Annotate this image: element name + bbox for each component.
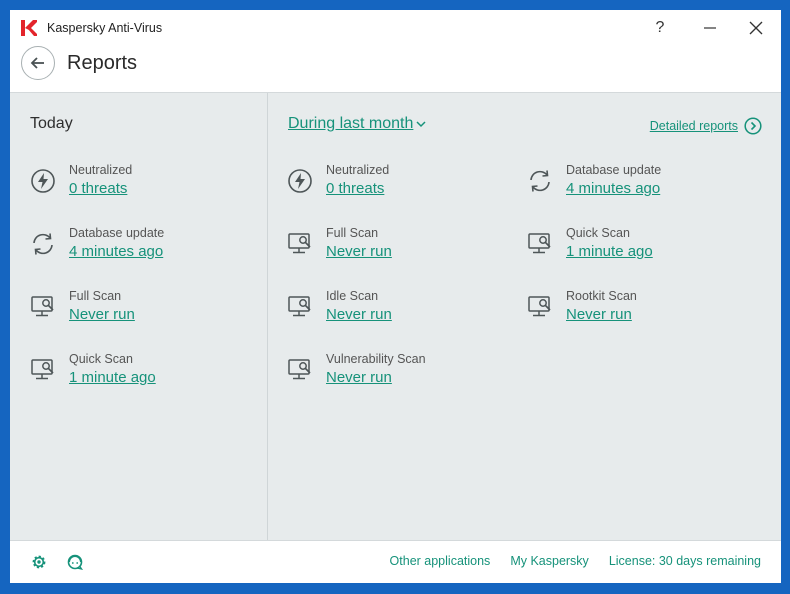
monitor-scan-icon	[31, 296, 54, 317]
period-label: During last month	[288, 115, 414, 132]
footer-bar: Other applications My Kaspersky License:…	[10, 541, 781, 583]
period-rootkit-scan: Rootkit Scan Never run	[527, 289, 737, 335]
stat-label: Database update	[69, 226, 165, 240]
stat-label: Full Scan	[326, 226, 379, 240]
chevron-right-circle-icon	[744, 117, 762, 135]
refresh-icon	[530, 170, 550, 192]
reports-content: Today During last month Detailed reports…	[10, 92, 781, 541]
period-idle-scan: Idle Scan Never run	[287, 289, 497, 335]
stat-value-link[interactable]: Never run	[326, 243, 392, 260]
stat-label: Quick Scan	[566, 226, 630, 240]
monitor-scan-icon	[288, 233, 311, 254]
detailed-reports-link[interactable]: Detailed reports	[650, 117, 762, 135]
stat-label: Idle Scan	[326, 289, 379, 303]
stat-label: Full Scan	[69, 289, 122, 303]
stat-label: Neutralized	[326, 163, 390, 177]
other-applications-link[interactable]: Other applications	[390, 554, 491, 568]
today-database-update: Database update 4 minutes ago	[30, 226, 240, 272]
today-title: Today	[30, 115, 73, 132]
support-agent-icon[interactable]	[66, 553, 84, 571]
stat-value-link[interactable]: 0 threats	[326, 180, 384, 197]
minimize-icon	[704, 27, 716, 29]
minimize-button[interactable]	[693, 14, 727, 42]
stat-label: Rootkit Scan	[566, 289, 637, 303]
detailed-reports-label: Detailed reports	[649, 119, 738, 133]
my-kaspersky-link[interactable]: My Kaspersky	[510, 554, 589, 568]
period-neutralized: Neutralized 0 threats	[287, 163, 497, 209]
page-header: Reports	[10, 46, 781, 92]
period-database-update: Database update 4 minutes ago	[527, 163, 737, 209]
back-button[interactable]	[21, 46, 55, 80]
monitor-scan-icon	[528, 233, 551, 254]
stat-value-link[interactable]: Never run	[69, 306, 135, 323]
kaspersky-logo	[21, 20, 37, 36]
stat-label: Vulnerability Scan	[326, 352, 426, 366]
app-title: Kaspersky Anti-Virus	[47, 21, 163, 35]
stat-label: Neutralized	[69, 163, 133, 177]
period-vulnerability-scan: Vulnerability Scan Never run	[287, 352, 497, 398]
stat-value-link[interactable]: 1 minute ago	[566, 243, 653, 260]
today-full-scan: Full Scan Never run	[30, 289, 240, 335]
close-button[interactable]	[739, 14, 773, 42]
help-icon: ?	[655, 19, 665, 36]
stat-value-link[interactable]: Never run	[326, 306, 392, 323]
stat-value-link[interactable]: Never run	[566, 306, 632, 323]
stat-label: Database update	[566, 163, 662, 177]
footer-links: Other applications My Kaspersky License:…	[390, 554, 761, 568]
refresh-icon	[33, 233, 53, 255]
license-link[interactable]: License: 30 days remaining	[609, 554, 761, 568]
app-window: Kaspersky Anti-Virus ? Reports Today Dur…	[10, 10, 781, 583]
stat-value-link[interactable]: 0 threats	[69, 180, 127, 197]
monitor-scan-icon	[288, 296, 311, 317]
monitor-scan-icon	[528, 296, 551, 317]
stat-value-link[interactable]: 1 minute ago	[69, 369, 156, 386]
monitor-scan-icon	[31, 359, 54, 380]
monitor-scan-icon	[288, 359, 311, 380]
back-arrow-icon	[30, 57, 44, 69]
today-neutralized: Neutralized 0 threats	[30, 163, 240, 209]
lightning-icon	[31, 169, 55, 193]
stat-label: Quick Scan	[69, 352, 133, 366]
lightning-icon	[288, 169, 312, 193]
title-bar: Kaspersky Anti-Virus ?	[10, 10, 781, 46]
period-dropdown[interactable]: During last month	[288, 115, 426, 133]
stat-value-link[interactable]: 4 minutes ago	[69, 243, 163, 260]
today-quick-scan: Quick Scan 1 minute ago	[30, 352, 240, 398]
period-quick-scan: Quick Scan 1 minute ago	[527, 226, 737, 272]
page-title: Reports	[67, 52, 138, 74]
stat-value-link[interactable]: 4 minutes ago	[566, 180, 660, 197]
period-full-scan: Full Scan Never run	[287, 226, 497, 272]
gear-icon[interactable]	[30, 553, 48, 571]
help-button[interactable]: ?	[643, 14, 677, 42]
panel-divider	[267, 93, 268, 540]
stat-value-link[interactable]: Never run	[326, 369, 392, 386]
chevron-down-icon	[416, 120, 426, 128]
close-icon	[749, 21, 763, 35]
